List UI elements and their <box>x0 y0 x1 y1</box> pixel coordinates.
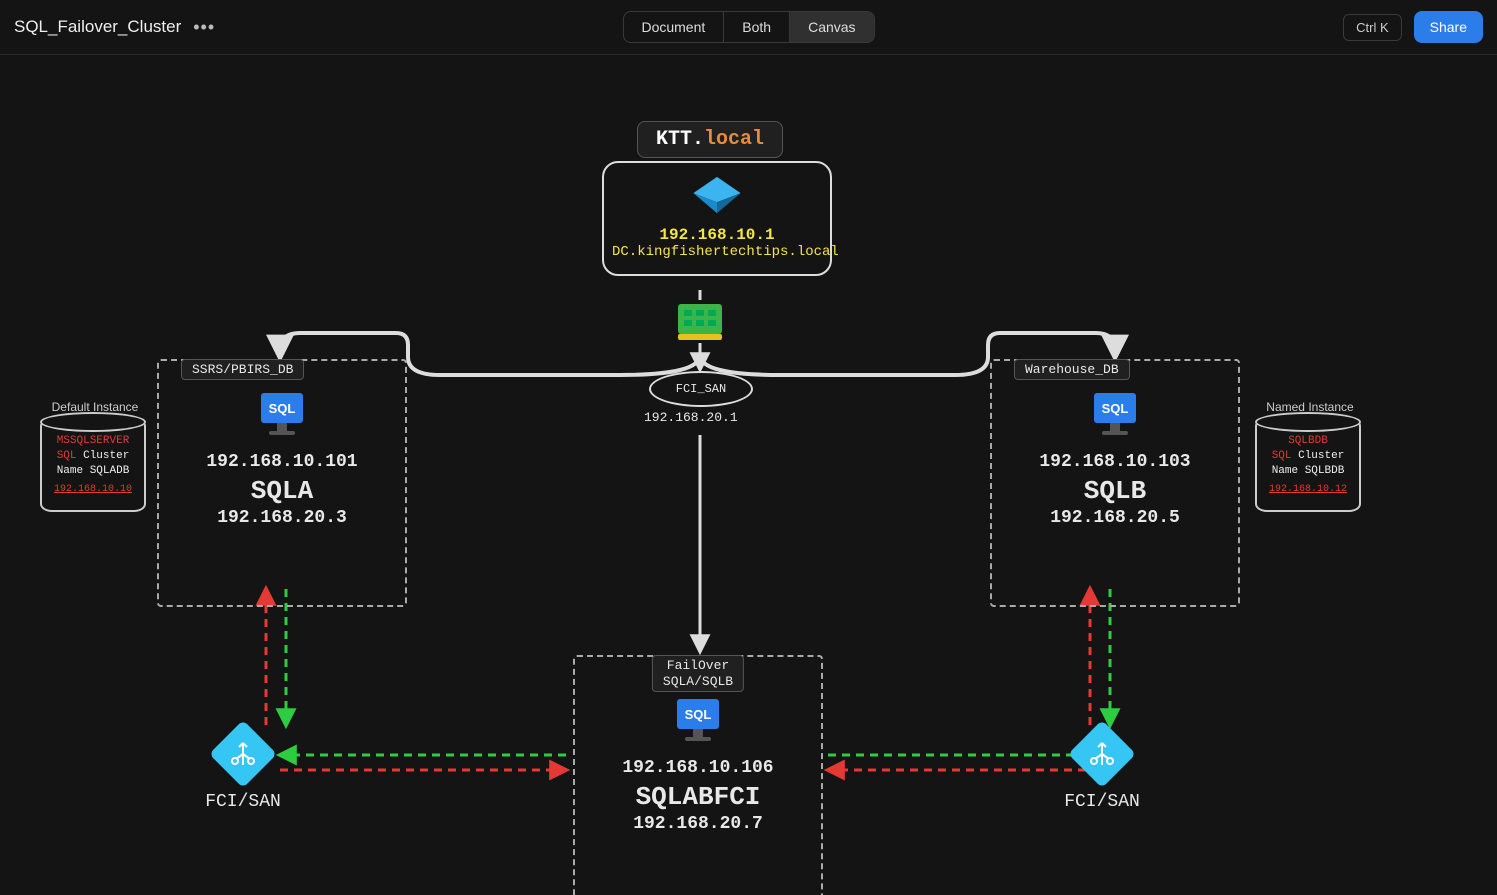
failover-ip1: 192.168.10.106 <box>575 758 821 778</box>
share-button[interactable]: Share <box>1414 11 1483 43</box>
database-cylinder-icon: SQLBDB SQL Cluster Name SQLBDB 192.168.1… <box>1255 418 1361 512</box>
domain-part2: local <box>704 128 764 151</box>
command-palette-shortcut[interactable]: Ctrl K <box>1343 14 1402 41</box>
more-menu-icon[interactable]: ••• <box>193 17 215 38</box>
dc-ip: 192.168.10.1 <box>612 226 822 244</box>
node-sqla[interactable]: SSRS/PBIRS_DB SQL 192.168.10.101 SQLA 19… <box>157 359 407 607</box>
node-default-instance-db[interactable]: Default Instance MSSQLSERVER SQL Cluster… <box>40 400 150 512</box>
node-named-instance-db[interactable]: Named Instance SQLBDB SQL Cluster Name S… <box>1255 400 1365 512</box>
switch-icon[interactable] <box>676 300 724 342</box>
octahedron-icon <box>689 175 745 215</box>
fci-san-label: FCI_SAN <box>676 382 726 396</box>
fci-san-right-label: FCI/SAN <box>1062 792 1142 812</box>
svg-text:SQL: SQL <box>269 401 296 416</box>
sqlb-name: SQLB <box>992 476 1238 506</box>
node-fci-san-right[interactable]: FCI/SAN <box>1062 730 1142 812</box>
fci-san-left-label: FCI/SAN <box>203 792 283 812</box>
document-title: SQL_Failover_Cluster <box>14 17 181 37</box>
failover-ip2: 192.168.20.7 <box>575 814 821 834</box>
tab-document[interactable]: Document <box>623 12 724 42</box>
database-cylinder-icon: MSSQLSERVER SQL Cluster Name SQLADB 192.… <box>40 418 146 512</box>
node-domain-controller[interactable]: 192.168.10.1 DC.kingfishertechtips.local <box>602 161 832 276</box>
sqlb-ip1: 192.168.10.103 <box>992 452 1238 472</box>
load-balancer-icon <box>209 720 277 788</box>
sqlb-title: Warehouse_DB <box>1014 359 1130 380</box>
sqla-ip2: 192.168.20.3 <box>159 508 405 528</box>
view-mode-segmented: Document Both Canvas <box>622 11 874 43</box>
sqlb-ip2: 192.168.20.5 <box>992 508 1238 528</box>
node-fci-san-router[interactable]: FCI_SAN <box>649 371 753 407</box>
svg-text:SQL: SQL <box>1102 401 1129 416</box>
dc-hostname: DC.kingfishertechtips.local <box>612 244 822 260</box>
domain-part1: KTT. <box>656 128 704 151</box>
fci-san-ip: 192.168.20.1 <box>644 410 738 425</box>
sql-monitor-icon: SQL <box>1088 391 1142 444</box>
domain-label[interactable]: KTT.local <box>637 121 783 158</box>
sql-monitor-icon: SQL <box>671 697 725 750</box>
failover-title: FailOver SQLA/SQLB <box>652 655 744 692</box>
sqla-title: SSRS/PBIRS_DB <box>181 359 304 380</box>
node-failover[interactable]: FailOver SQLA/SQLB SQL 192.168.10.106 SQ… <box>573 655 823 895</box>
failover-name: SQLABFCI <box>575 782 821 812</box>
diagram-canvas[interactable]: KTT.local 192.168.10.1 DC.kingfishertech… <box>0 55 1497 895</box>
tab-canvas[interactable]: Canvas <box>790 12 873 42</box>
sqla-ip1: 192.168.10.101 <box>159 452 405 472</box>
svg-text:SQL: SQL <box>685 707 712 722</box>
node-fci-san-left[interactable]: FCI/SAN <box>203 730 283 812</box>
node-sqlb[interactable]: Warehouse_DB SQL 192.168.10.103 SQLB 192… <box>990 359 1240 607</box>
load-balancer-icon <box>1068 720 1136 788</box>
sqla-name: SQLA <box>159 476 405 506</box>
toolbar: SQL_Failover_Cluster ••• Document Both C… <box>0 0 1497 55</box>
sql-monitor-icon: SQL <box>255 391 309 444</box>
tab-both[interactable]: Both <box>724 12 790 42</box>
